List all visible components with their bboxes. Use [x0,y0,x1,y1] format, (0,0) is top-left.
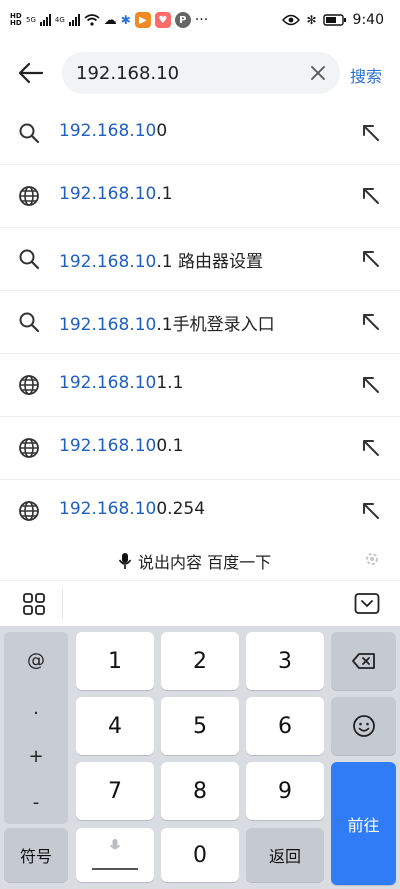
key-1[interactable]: 1 [76,632,154,690]
go-key[interactable]: 前往 [331,762,396,885]
status-bar: HD HD 5G 4G ☁ ✱ ▶ ♥ P ··· ✻ 9:40 [0,0,400,46]
backspace-key[interactable] [331,632,396,690]
suggestion-text: 192.168.101.1 [59,373,184,393]
globe-icon [19,501,39,521]
hd-indicator: HD HD [10,12,22,27]
globe-icon [19,186,39,206]
suggestion-item[interactable]: 192.168.10.1手机登录入口 [0,291,400,354]
key-0[interactable]: 0 [161,828,239,882]
more-notifications-icon: ··· [194,12,209,28]
backspace-icon [351,653,375,669]
return-key[interactable]: 返回 [246,828,324,882]
health-app-icon: ♥ [154,12,171,28]
key-4[interactable]: 4 [76,697,154,755]
suggestion-item[interactable]: 192.168.100.1 [0,417,400,480]
toolbar-divider [62,589,63,619]
key-3[interactable]: 3 [246,632,324,690]
gear-icon[interactable] [364,551,380,567]
keyboard-toolbar [0,580,400,627]
symbol-key-at[interactable]: @ [4,640,68,680]
suggestion-item[interactable]: 192.168.100 [0,102,400,165]
wechat-icon: ☁ [103,12,117,28]
symbol-key-dot[interactable]: . [4,688,68,728]
search-icon [19,249,40,270]
suggestion-list: 192.168.100 192.168.10.1 192.168.10.1 路由… [0,102,400,542]
search-header: 192.168.10 搜索 [0,46,400,100]
key-5[interactable]: 5 [161,697,239,755]
suggestion-item[interactable]: 192.168.101.1 [0,354,400,417]
eye-icon [282,14,301,26]
voice-search-bar[interactable]: 说出内容 百度一下 [0,538,400,580]
suggestion-text: 192.168.10.1 路由器设置 [59,252,263,272]
key-2[interactable]: 2 [161,632,239,690]
bluetooth-icon: ✻ [306,13,317,27]
back-button[interactable] [16,58,46,88]
signal-strength-icon [39,14,51,26]
hide-keyboard-icon[interactable] [354,592,380,616]
microphone-icon [118,553,132,569]
suggestion-text: 192.168.100 [59,121,168,141]
numeric-keyboard: @ . + - 1 2 3 4 5 6 7 8 9 前往 符号 0 返回 [0,626,400,889]
suggestion-item[interactable]: 192.168.100.254 [0,480,400,542]
search-input[interactable]: 192.168.10 [62,52,340,94]
fill-query-arrow-icon[interactable] [360,185,382,207]
globe-icon [19,438,39,458]
suggestion-text: 192.168.100.254 [59,499,206,519]
fill-query-arrow-icon[interactable] [360,374,382,396]
close-icon [311,66,325,80]
wifi-icon [84,14,100,26]
fill-query-arrow-icon[interactable] [360,311,382,333]
suggestion-text: 192.168.100.1 [59,436,184,456]
key-7[interactable]: 7 [76,762,154,820]
arrow-left-icon [18,62,44,84]
key-6[interactable]: 6 [246,697,324,755]
clear-button[interactable] [308,63,328,83]
suggestion-item[interactable]: 192.168.10.1 [0,165,400,228]
voice-search-label: 说出内容 百度一下 [138,553,272,572]
search-submit-button[interactable]: 搜索 [350,63,382,87]
fill-query-arrow-icon[interactable] [360,248,382,270]
key-9[interactable]: 9 [246,762,324,820]
search-query-text[interactable]: 192.168.10 [76,63,179,84]
globe-icon [19,375,39,395]
symbol-key-plus[interactable]: + [4,736,68,776]
space-key[interactable] [76,828,154,882]
suggestion-text: 192.168.10.1 [59,184,173,204]
grid-menu-icon[interactable] [22,592,46,616]
fill-query-arrow-icon[interactable] [360,437,382,459]
p-app-icon: P [174,12,191,28]
network-5g-label: 5G [26,16,36,24]
fill-query-arrow-icon[interactable] [360,500,382,522]
gear-notification-icon: ✱ [120,13,131,27]
video-app-icon: ▶ [134,12,151,28]
network-4g-label: 4G [54,16,65,24]
signal-strength-icon-2 [68,14,80,26]
smiley-icon [352,715,375,737]
emoji-key[interactable] [331,697,396,755]
microphone-icon [109,839,121,850]
battery-icon [322,14,346,26]
suggestion-item[interactable]: 192.168.10.1 路由器设置 [0,228,400,291]
space-bar-indicator [92,868,138,870]
suggestion-text: 192.168.10.1手机登录入口 [59,315,275,335]
symbol-key-minus[interactable]: - [4,782,68,822]
key-8[interactable]: 8 [161,762,239,820]
search-icon [19,312,40,333]
search-icon [19,123,40,144]
symbol-switch-key[interactable]: 符号 [4,828,68,882]
symbol-column: @ . + - [4,632,68,824]
fill-query-arrow-icon[interactable] [360,122,382,144]
clock: 9:40 [352,12,384,28]
